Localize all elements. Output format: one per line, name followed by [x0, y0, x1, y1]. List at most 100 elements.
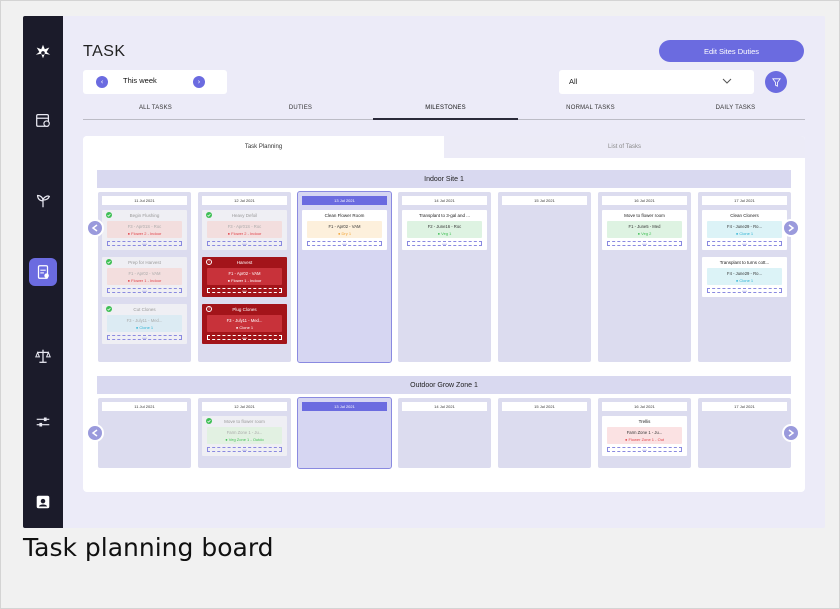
task-card[interactable]: Clean Flower Room F1 - Apr02 - VAM ● Dry 1… — [302, 210, 387, 250]
task-action-button[interactable]: ••••• — [407, 241, 482, 246]
task-room-text: Flower 1 - Indoor — [131, 278, 162, 283]
task-location-chip: Farm Zone 1 - Ju... ● Veg Zone 1 - Outdo — [207, 427, 282, 444]
task-card[interactable]: Prep for Harvest F1 - Apr02 - VAM ● Flower… — [102, 257, 187, 297]
day-column[interactable]: 14 Jul 2021 — [398, 398, 491, 468]
tab-milestones[interactable]: MILESTONES — [373, 105, 518, 111]
site-filter-select[interactable]: All — [559, 70, 754, 94]
task-card[interactable]: ! Harvest F1 - Apr02 - VAM ● Flower 1 - Ind… — [202, 257, 287, 297]
day-column[interactable]: 16 Jul 2021 Move to flower room F1 - June5… — [598, 192, 691, 362]
prev-days-arrow[interactable] — [86, 219, 104, 237]
settings-sliders-icon[interactable] — [29, 408, 57, 436]
task-card[interactable]: Transplant to 3-gal and ... F2 - June16 -… — [402, 210, 487, 250]
task-location-chip: F1 - June5 - Med ● Veg 2 — [607, 221, 682, 238]
task-card[interactable]: Heavy Defoil F3 - Apr01S - Roc ● Flower 2 … — [202, 210, 287, 250]
scale-balance-icon[interactable] — [29, 342, 57, 370]
day-column[interactable]: 11 Jul 2021 Begin Flushing F3 - Apr01S - R… — [98, 192, 191, 362]
calendar-icon[interactable] — [29, 106, 57, 134]
task-batch-label: F3 - Apr01S - Roc — [227, 224, 262, 229]
clipboard-tasks-icon[interactable] — [29, 258, 57, 286]
chevron-down-icon — [722, 78, 732, 84]
next-days-arrow[interactable] — [782, 424, 800, 442]
task-action-button[interactable]: ••••• — [207, 288, 282, 293]
plant-icon[interactable] — [29, 186, 57, 214]
task-room-text: Flower 2 - Indoor — [231, 231, 262, 236]
task-room-label: ● Flower Zone 1 - Out — [607, 437, 682, 442]
day-column[interactable]: 13 Jul 2021 Clean Flower Room F1 - Apr02 -… — [297, 191, 392, 363]
day-column[interactable]: 16 Jul 2021 Trellis Farm Zone 1 - Ju... ● F… — [598, 398, 691, 468]
task-action-button[interactable]: ••••• — [307, 241, 382, 246]
day-column[interactable]: 14 Jul 2021 Transplant to 3-gal and ... F2… — [398, 192, 491, 362]
task-card[interactable]: Clean Cloners F4 - June29 - Ro... ● Clone … — [702, 210, 787, 250]
task-action-button[interactable]: ••••• — [207, 447, 282, 452]
task-room-label: ● Clone 1 — [707, 278, 782, 283]
tab-all-tasks[interactable]: ALL TASKS — [83, 105, 228, 111]
task-card[interactable]: Cut Clones F3 - July11 - Med... ● Clone 1 •… — [102, 304, 187, 344]
task-card[interactable]: Transplant to turns cott... F4 - June29 -… — [702, 257, 787, 297]
logo-leaf-icon[interactable] — [29, 38, 57, 66]
day-date-label: 14 Jul 2021 — [402, 196, 487, 205]
task-action-button[interactable]: ••••• — [207, 335, 282, 340]
task-type-tabs: ALL TASKS DUTIES MILESTONES NORMAL TASKS… — [83, 100, 805, 120]
task-title: Harvest — [236, 260, 253, 265]
task-room-label: ● Flower 1 - Indoor — [207, 278, 282, 283]
task-room-text: Clone 1 — [739, 278, 754, 283]
task-title: Clean Flower Room — [324, 213, 365, 218]
filter-button[interactable] — [765, 71, 787, 93]
dots-icon: ••••• — [241, 241, 248, 246]
task-action-button[interactable]: ••••• — [207, 241, 282, 246]
tab-normal-tasks[interactable]: NORMAL TASKS — [518, 105, 663, 111]
funnel-icon — [771, 77, 781, 87]
task-batch-label: F1 - Apr02 - VAM — [328, 224, 361, 229]
task-action-button[interactable]: ••••• — [107, 288, 182, 293]
next-days-arrow[interactable] — [782, 219, 800, 237]
task-card[interactable]: Trellis Farm Zone 1 - Ju... ● Flower Zone … — [602, 416, 687, 456]
task-room-text: Flower 1 - Indoor — [231, 278, 262, 283]
user-profile-icon[interactable] — [29, 488, 57, 516]
day-column[interactable]: 17 Jul 2021 — [698, 398, 791, 468]
tab-daily-tasks[interactable]: DAILY TASKS — [663, 105, 808, 111]
prev-week-button[interactable]: ‹ — [96, 76, 108, 88]
day-date-label: 17 Jul 2021 — [702, 196, 787, 205]
task-title: Prep for Harvest — [128, 260, 161, 265]
task-action-button[interactable]: ••••• — [707, 288, 782, 293]
task-room-label: ● Veg 1 — [407, 231, 482, 236]
task-room-label: ● Dry 1 — [307, 231, 382, 236]
task-batch-label: F1 - Apr02 - VAM — [228, 271, 261, 276]
day-column[interactable]: 12 Jul 2021 Heavy Defoil F3 - Apr01S - Roc… — [198, 192, 291, 362]
dots-icon: ••••• — [241, 335, 248, 340]
task-action-button[interactable]: ••••• — [107, 241, 182, 246]
task-card[interactable]: Move to flower room Farm Zone 1 - Ju... ● … — [202, 416, 287, 456]
task-card[interactable]: ! Plug Clones F3 - July11 - Med... ● Clone … — [202, 304, 287, 344]
page-title: TASK — [83, 43, 126, 60]
edit-sites-duties-button[interactable]: Edit Sites Duties — [659, 40, 804, 62]
task-title: Transplant to 3-gal and ... — [418, 213, 471, 218]
day-column[interactable]: 15 Jul 2021 — [498, 192, 591, 362]
day-date-label: 11 Jul 2021 — [102, 402, 187, 411]
task-action-button[interactable]: ••••• — [107, 335, 182, 340]
day-column[interactable]: 15 Jul 2021 — [498, 398, 591, 468]
prev-days-arrow[interactable] — [86, 424, 104, 442]
task-location-chip: F4 - June29 - Ro... ● Clone 1 — [707, 268, 782, 285]
next-week-button[interactable]: › — [193, 76, 205, 88]
task-room-text: Clone 1 — [739, 231, 754, 236]
task-room-label: ● Clone 1 — [207, 325, 282, 330]
subtab-list-of-tasks[interactable]: List of Tasks — [444, 136, 805, 158]
task-batch-label: F2 - June16 - Roc — [427, 224, 462, 229]
task-card[interactable]: Move to flower room F1 - June5 - Med ● Veg… — [602, 210, 687, 250]
task-card[interactable]: Begin Flushing F3 - Apr01S - Roc ● Flower … — [102, 210, 187, 250]
tab-duties[interactable]: DUTIES — [228, 105, 373, 111]
day-column[interactable]: 13 Jul 2021 — [297, 397, 392, 469]
task-action-button[interactable]: ••••• — [707, 241, 782, 246]
active-tab-indicator — [373, 118, 518, 120]
task-action-button[interactable]: ••••• — [607, 241, 682, 246]
task-room-label: ● Veg 2 — [607, 231, 682, 236]
task-location-chip: F3 - July11 - Med... ● Clone 1 — [207, 315, 282, 332]
subtab-task-planning[interactable]: Task Planning — [83, 136, 444, 158]
day-column[interactable]: 17 Jul 2021 Clean Cloners F4 - June29 - Ro… — [698, 192, 791, 362]
day-column[interactable]: 11 Jul 2021 — [98, 398, 191, 468]
task-action-button[interactable]: ••••• — [607, 447, 682, 452]
task-room-label: ● Clone 1 — [707, 231, 782, 236]
chevron-right-icon — [788, 224, 795, 232]
day-column[interactable]: 12 Jul 2021 Move to flower room Farm Zone … — [198, 398, 291, 468]
dots-icon: ••••• — [641, 241, 648, 246]
